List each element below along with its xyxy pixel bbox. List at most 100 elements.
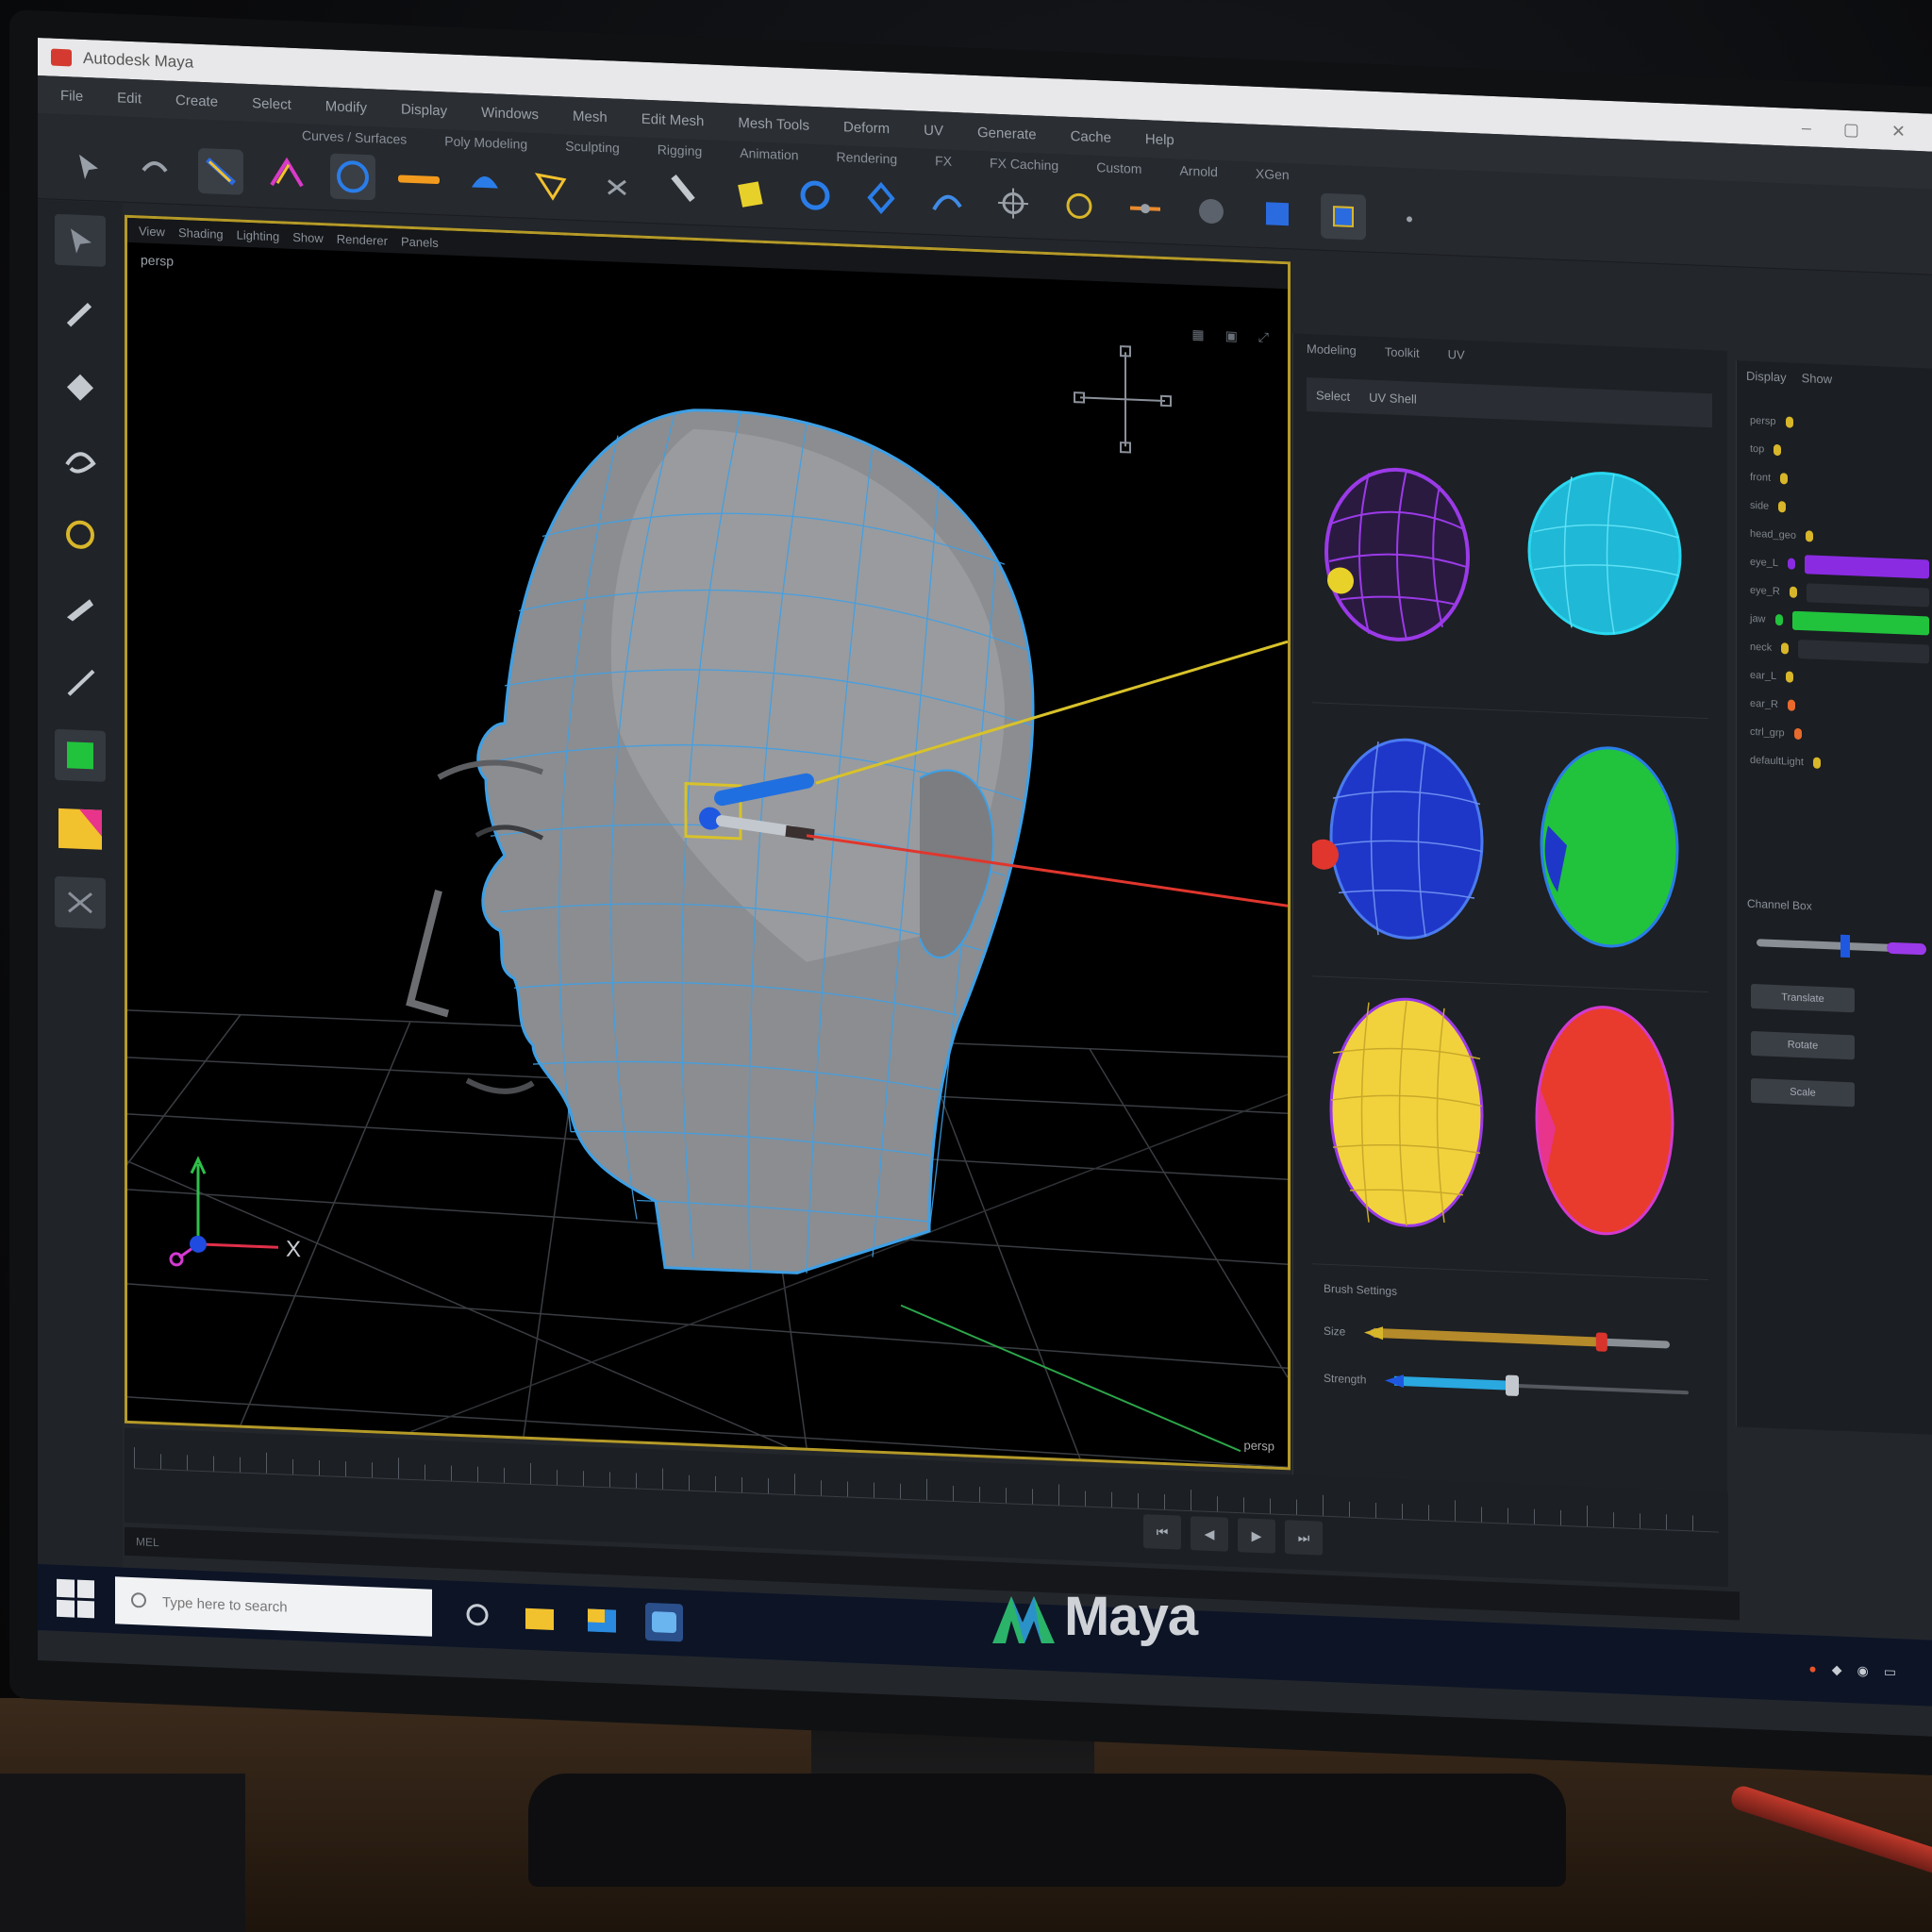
swatch-red[interactable]	[1510, 983, 1708, 1267]
outliner-row[interactable]: persp	[1750, 408, 1929, 441]
strength-slider[interactable]	[1385, 1366, 1696, 1407]
shelf-tab[interactable]: Sculpting	[565, 138, 620, 155]
panel-header-uv-shell[interactable]: UV Shell	[1369, 390, 1417, 406]
menu-windows[interactable]: Windows	[481, 104, 539, 122]
minimize-button[interactable]: –	[1802, 118, 1811, 138]
render-tool-icon[interactable]	[1189, 188, 1234, 235]
windows-start-icon[interactable]	[57, 1578, 94, 1619]
joint-tool-icon[interactable]	[991, 180, 1036, 227]
panel-tab-uv[interactable]: UV	[1448, 347, 1465, 362]
tray-network-icon[interactable]: ◆	[1832, 1661, 1842, 1677]
swatch-yellow[interactable]	[1312, 975, 1510, 1258]
curve-tool-icon[interactable]	[198, 147, 243, 195]
file-explorer-icon[interactable]	[521, 1598, 558, 1638]
shelf-tab[interactable]: Rigging	[658, 142, 702, 158]
scale-button[interactable]: Scale	[1751, 1077, 1855, 1108]
outliner-menu-display[interactable]: Display	[1746, 369, 1787, 385]
select-tool-icon[interactable]	[66, 142, 111, 190]
constraint-tool-icon[interactable]	[1123, 185, 1168, 232]
task-view-icon[interactable]	[458, 1595, 496, 1635]
menu-create[interactable]: Create	[175, 92, 218, 109]
bend-tool-icon[interactable]	[924, 177, 970, 225]
outliner-row[interactable]: neck	[1750, 635, 1929, 667]
menu-select[interactable]: Select	[252, 95, 291, 113]
panel-tab-modeling[interactable]: Modeling	[1307, 341, 1357, 358]
shelf-tab[interactable]: Poly Modeling	[444, 133, 527, 152]
outliner-row[interactable]: ear_R	[1750, 691, 1929, 724]
wrap-tool-icon[interactable]	[792, 172, 838, 219]
swatch-purple[interactable]	[1312, 428, 1510, 709]
swatch-green[interactable]	[1510, 709, 1708, 993]
shelf-tab[interactable]: Custom	[1096, 159, 1141, 176]
menu-file[interactable]: File	[60, 87, 83, 104]
maximize-button[interactable]: ▢	[1843, 119, 1859, 140]
menu-edit-mesh[interactable]: Edit Mesh	[641, 110, 705, 129]
more-tools-icon[interactable]	[1387, 195, 1432, 242]
palette-icon[interactable]	[55, 803, 106, 856]
play-button[interactable]: ▶	[1238, 1518, 1275, 1554]
outliner-menu-show[interactable]: Show	[1802, 371, 1833, 386]
rotate-button[interactable]: Rotate	[1751, 1030, 1855, 1060]
taskbar-search[interactable]: Type here to search	[115, 1576, 432, 1637]
pivot-tool-icon[interactable]	[594, 164, 640, 211]
close-button[interactable]: ✕	[1891, 121, 1906, 142]
shelf-tab[interactable]: Curves / Surfaces	[302, 127, 407, 146]
viewport-camera-icon[interactable]: ▣	[1225, 328, 1238, 345]
menu-display[interactable]: Display	[401, 101, 447, 119]
brush-tool-icon[interactable]	[660, 167, 706, 214]
panel-header-select[interactable]: Select	[1316, 388, 1350, 403]
outliner-row[interactable]: defaultLight	[1750, 748, 1929, 780]
go-to-end-button[interactable]: ⏭	[1285, 1520, 1323, 1556]
menu-modify[interactable]: Modify	[325, 98, 367, 116]
head-mesh[interactable]	[406, 398, 1035, 1282]
viewport-expand-icon[interactable]: ⤢	[1258, 329, 1269, 345]
outliner-row[interactable]: jaw	[1750, 607, 1929, 639]
viewport-grid-icon[interactable]: ▦	[1191, 326, 1204, 343]
shelf-tab[interactable]: FX Caching	[990, 156, 1058, 174]
bucket-tool-icon[interactable]	[726, 169, 772, 216]
tray-volume-icon[interactable]: ◉	[1857, 1662, 1869, 1678]
outliner-row[interactable]: eye_R	[1750, 578, 1929, 610]
view-cube-icon[interactable]	[1074, 344, 1172, 454]
menu-deform[interactable]: Deform	[843, 119, 890, 137]
lasso-tool-icon[interactable]	[132, 145, 177, 192]
shelf-tab[interactable]: XGen	[1256, 166, 1290, 182]
paint-select-icon[interactable]	[55, 288, 106, 341]
outliner-row[interactable]: ctrl_grp	[1750, 720, 1929, 752]
bezier-tool-icon[interactable]	[264, 151, 309, 198]
menu-help[interactable]: Help	[1145, 131, 1174, 148]
outliner-row[interactable]: top	[1750, 437, 1929, 469]
eraser-icon[interactable]	[55, 361, 106, 414]
outliner-row[interactable]: side	[1750, 493, 1929, 525]
3d-viewport[interactable]: View Shading Lighting Show Renderer Pane…	[125, 214, 1291, 1471]
line-tool-icon[interactable]	[396, 156, 441, 203]
shelf-tab[interactable]: Rendering	[837, 149, 898, 167]
deform-tool-icon[interactable]	[858, 175, 904, 222]
camera-tool-icon[interactable]	[1321, 192, 1366, 241]
shelf-tab[interactable]: Animation	[740, 145, 798, 163]
shelf-tab[interactable]: Arnold	[1179, 163, 1217, 180]
lasso-icon[interactable]	[55, 435, 106, 488]
photos-app-icon[interactable]	[583, 1600, 621, 1640]
scissors-icon[interactable]	[55, 875, 106, 929]
menu-cache[interactable]: Cache	[1071, 127, 1111, 145]
menu-mesh[interactable]: Mesh	[573, 108, 608, 125]
rotate-icon[interactable]	[55, 508, 106, 561]
menu-generate[interactable]: Generate	[977, 125, 1037, 143]
polygon-tool-icon[interactable]	[528, 161, 574, 208]
panel-tab-toolkit[interactable]: Toolkit	[1385, 344, 1420, 359]
maya-taskbar-icon[interactable]	[645, 1602, 683, 1642]
sphere-tool-icon[interactable]	[462, 158, 508, 206]
menu-mesh-tools[interactable]: Mesh Tools	[738, 114, 809, 133]
scale-icon[interactable]	[55, 582, 106, 635]
shelf-tab[interactable]: FX	[935, 153, 952, 169]
go-to-start-button[interactable]: ⏮	[1143, 1514, 1181, 1550]
swatch-cyan[interactable]	[1510, 437, 1708, 718]
size-slider[interactable]	[1364, 1318, 1675, 1358]
ik-tool-icon[interactable]	[1057, 182, 1102, 229]
menu-edit[interactable]: Edit	[117, 90, 142, 107]
outliner-row[interactable]: eye_L	[1750, 550, 1929, 582]
select-icon[interactable]	[55, 213, 106, 267]
outliner-row[interactable]: ear_L	[1750, 663, 1929, 695]
channel-box-slider[interactable]	[1751, 924, 1930, 969]
